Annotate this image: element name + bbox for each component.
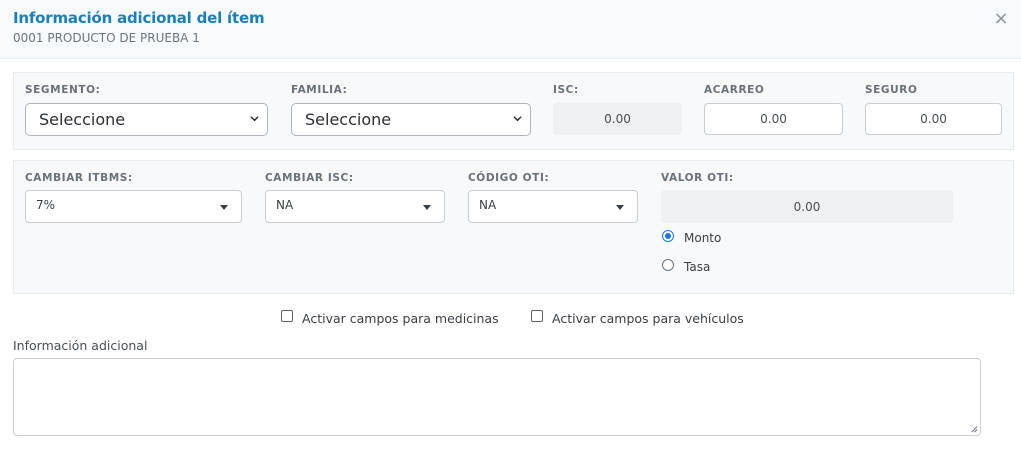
- info-adicional-label: Información adicional: [13, 338, 148, 353]
- valor-oti-field: 0.00: [661, 190, 953, 223]
- familia-label: FAMILIA:: [291, 84, 348, 96]
- radio-monto-control[interactable]: [662, 230, 674, 242]
- checkbox-vehiculos-label: Activar campos para vehículos: [552, 311, 744, 326]
- acarreo-label: ACARREO: [704, 84, 765, 96]
- cambiar-isc-value: NA: [276, 198, 294, 212]
- caret-down-icon: [423, 205, 431, 210]
- cambiar-isc-dropdown[interactable]: NA: [265, 190, 445, 223]
- radio-tasa-label: Tasa: [684, 260, 711, 274]
- chevron-down-icon: [513, 116, 522, 122]
- checkbox-vehiculos-control[interactable]: [531, 310, 543, 322]
- radio-tasa-control[interactable]: [662, 259, 674, 271]
- cambiar-itbms-label: CAMBIAR ITBMS:: [25, 172, 133, 184]
- modal-subtitle: 0001 PRODUCTO DE PRUEBA 1: [13, 31, 200, 45]
- close-icon[interactable]: ×: [993, 10, 1009, 28]
- valor-oti-label: VALOR OTI:: [661, 172, 734, 184]
- isc-field: 0.00: [553, 103, 682, 135]
- cambiar-itbms-dropdown[interactable]: 7%: [25, 190, 242, 223]
- checkbox-medicinas-label: Activar campos para medicinas: [302, 311, 499, 326]
- radio-monto-label: Monto: [684, 231, 722, 245]
- seguro-field[interactable]: 0.00: [865, 103, 1002, 135]
- segmento-value: Seleccione: [39, 110, 126, 129]
- caret-down-icon: [220, 205, 228, 210]
- chevron-down-icon: [250, 116, 259, 122]
- cambiar-isc-label: CAMBIAR ISC:: [265, 172, 354, 184]
- familia-select[interactable]: Seleccione: [291, 103, 531, 136]
- codigo-oti-value: NA: [479, 198, 497, 212]
- checkbox-medicinas-control[interactable]: [281, 310, 293, 322]
- modal-header: Información adicional del ítem 0001 PROD…: [0, 0, 1021, 59]
- codigo-oti-dropdown[interactable]: NA: [468, 190, 638, 223]
- segmento-select[interactable]: Seleccione: [25, 103, 268, 136]
- caret-down-icon: [616, 205, 624, 210]
- resize-handle-icon[interactable]: [969, 424, 978, 433]
- seguro-label: SEGURO: [865, 84, 918, 96]
- segmento-label: SEGMENTO:: [25, 84, 101, 96]
- modal-title: Información adicional del ítem: [13, 9, 265, 27]
- info-adicional-textarea[interactable]: [13, 358, 981, 436]
- familia-value: Seleccione: [305, 110, 392, 129]
- isc-label: ISC:: [553, 84, 579, 96]
- cambiar-itbms-value: 7%: [36, 198, 56, 212]
- codigo-oti-label: CÓDIGO OTI:: [468, 172, 550, 184]
- acarreo-field[interactable]: 0.00: [704, 103, 843, 135]
